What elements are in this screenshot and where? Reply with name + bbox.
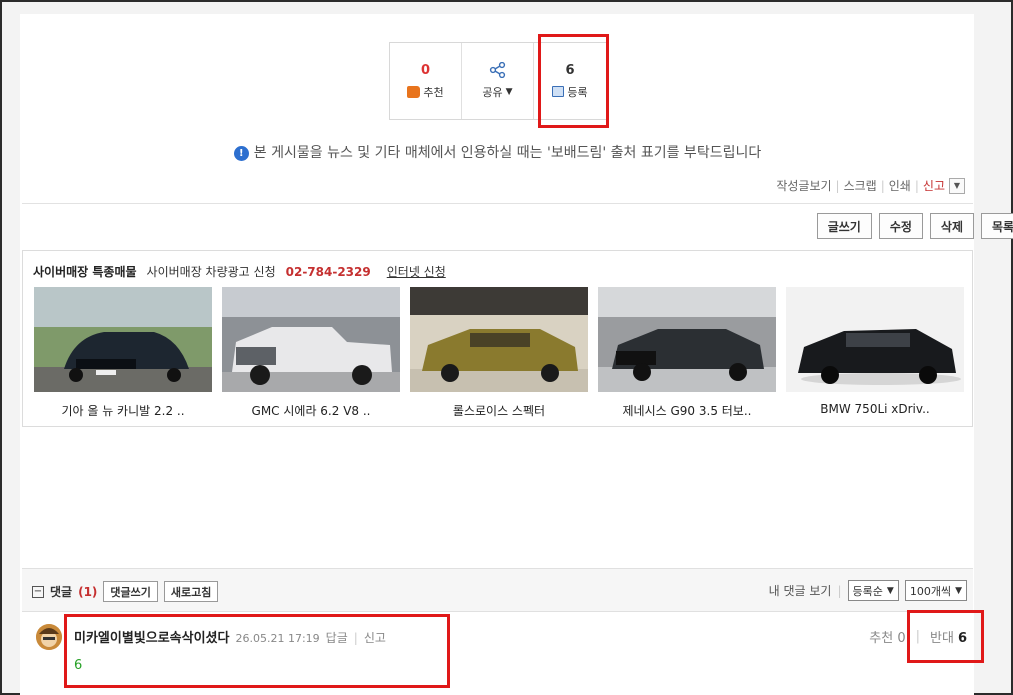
reply-link[interactable]: 답글 — [326, 629, 348, 646]
post-links: 작성글보기 | 스크랩 | 인쇄 | 신고 ▼ — [776, 177, 965, 194]
register-label: 등록 — [567, 85, 588, 99]
comment-recommend[interactable]: 추천 0 — [869, 627, 905, 646]
write-button[interactable]: 글쓰기 — [816, 213, 872, 239]
register-button[interactable]: 6 등록 — [534, 43, 606, 119]
my-comments-link[interactable]: 내 댓글 보기 — [769, 582, 832, 599]
internet-apply-link[interactable]: 인터넷 신청 — [387, 263, 446, 280]
per-page-select[interactable]: 100개씩 ▼ — [904, 580, 967, 601]
citation-notice: ! 본 게시물을 뉴스 및 기타 매체에서 인용하실 때는 '보배드림' 출처 표… — [22, 142, 973, 162]
thumbs-up-icon — [407, 85, 421, 98]
sort-select[interactable]: 등록순 ▼ — [847, 580, 899, 601]
recommend-count: 0 — [420, 62, 431, 78]
share-button[interactable]: 공유 ▼ — [462, 43, 534, 119]
car-name[interactable]: BMW 750Li xDriv.. — [786, 402, 964, 416]
car-card[interactable]: GMC 시에라 6.2 V8 .. — [222, 287, 400, 419]
comment-date: 26.05.21 17:19 — [235, 632, 320, 645]
avatar — [36, 624, 62, 650]
car-photo[interactable] — [34, 287, 212, 392]
car-card[interactable]: BMW 750Li xDriv.. — [786, 287, 964, 419]
collapse-icon[interactable]: − — [32, 585, 44, 598]
cyber-market-section: 사이버매장 특종매물 사이버매장 차량광고 신청 02-784-2329 인터넷… — [22, 250, 973, 427]
recommend-label: 추천 — [423, 85, 444, 99]
comment-body: 6 — [74, 658, 83, 673]
register-count: 6 — [565, 62, 575, 78]
chevron-down-icon: ▼ — [886, 585, 894, 596]
post-actions-panel: 0 추천 공유 ▼ 6 등록 ! 본 게시물을 뉴스 및 기타 매체에서 인용하… — [22, 14, 973, 204]
car-card[interactable]: 롤스로이스 스펙터 — [410, 287, 588, 419]
car-name[interactable]: 기아 올 뉴 카니발 2.2 .. — [34, 402, 212, 419]
action-group: 0 추천 공유 ▼ 6 등록 — [389, 42, 607, 120]
info-icon: ! — [233, 146, 249, 161]
write-comment-button[interactable]: 댓글쓰기 — [103, 581, 158, 602]
comment-title: 댓글 — [50, 585, 73, 599]
recommend-button[interactable]: 0 추천 — [390, 43, 462, 119]
car-name[interactable]: 롤스로이스 스펙터 — [410, 402, 588, 419]
car-card[interactable]: 제네시스 G90 3.5 터보.. — [598, 287, 776, 419]
share-label: 공유 — [482, 86, 503, 99]
comment-item: 미카엘이별빛으로속삭이셨다 26.05.21 17:19 답글 | 신고 6 추… — [22, 612, 973, 692]
car-photo[interactable] — [786, 287, 964, 392]
car-list: 기아 올 뉴 카니발 2.2 .. GMC 시에라 6.2 V8 .. 롤스로이… — [34, 287, 964, 419]
comment-toolbar: − 댓글 (1) 댓글쓰기 새로고침 내 댓글 보기 | 등록순 ▼ 100개씩 ▼ — [22, 568, 973, 612]
delete-button[interactable]: 삭제 — [929, 213, 974, 239]
write-tools: 글쓰기 수정 삭제 목록 — [816, 213, 1013, 239]
scrap-link[interactable]: 스크랩 — [844, 177, 877, 194]
market-title: 사이버매장 특종매물 — [33, 265, 137, 279]
comment-report-link[interactable]: 신고 — [364, 629, 386, 646]
car-card[interactable]: 기아 올 뉴 카니발 2.2 .. — [34, 287, 212, 419]
car-name[interactable]: 제네시스 G90 3.5 터보.. — [598, 402, 776, 419]
car-photo[interactable] — [222, 287, 400, 392]
report-link[interactable]: 신고 — [923, 177, 945, 194]
car-name[interactable]: GMC 시에라 6.2 V8 .. — [222, 402, 400, 419]
market-subtitle: 사이버매장 차량광고 신청 — [146, 265, 276, 279]
bookmark-icon — [552, 86, 565, 97]
list-button[interactable]: 목록 — [981, 213, 1013, 239]
share-icon — [489, 62, 505, 78]
market-header: 사이버매장 특종매물 사이버매장 차량광고 신청 02-784-2329 인터넷… — [33, 263, 446, 280]
refresh-button[interactable]: 새로고침 — [163, 581, 219, 602]
comment-count: (1) — [78, 584, 98, 599]
print-link[interactable]: 인쇄 — [889, 177, 911, 194]
edit-button[interactable]: 수정 — [878, 213, 923, 239]
view-author-posts-link[interactable]: 작성글보기 — [776, 177, 831, 194]
car-photo[interactable] — [410, 287, 588, 392]
notice-text: 본 게시물을 뉴스 및 기타 매체에서 인용하실 때는 '보배드림' 출처 표기… — [253, 145, 762, 161]
comment-against[interactable]: 반대 6 — [930, 627, 967, 646]
car-photo[interactable] — [598, 287, 776, 392]
caret-down-icon: ▼ — [505, 87, 513, 97]
comment-vote: 추천 0 | 반대 6 — [869, 627, 967, 646]
more-dropdown-icon[interactable]: ▼ — [949, 177, 965, 194]
market-phone: 02-784-2329 — [285, 264, 371, 279]
comment-author[interactable]: 미카엘이별빛으로속삭이셨다 — [74, 627, 229, 646]
chevron-down-icon: ▼ — [955, 585, 962, 596]
